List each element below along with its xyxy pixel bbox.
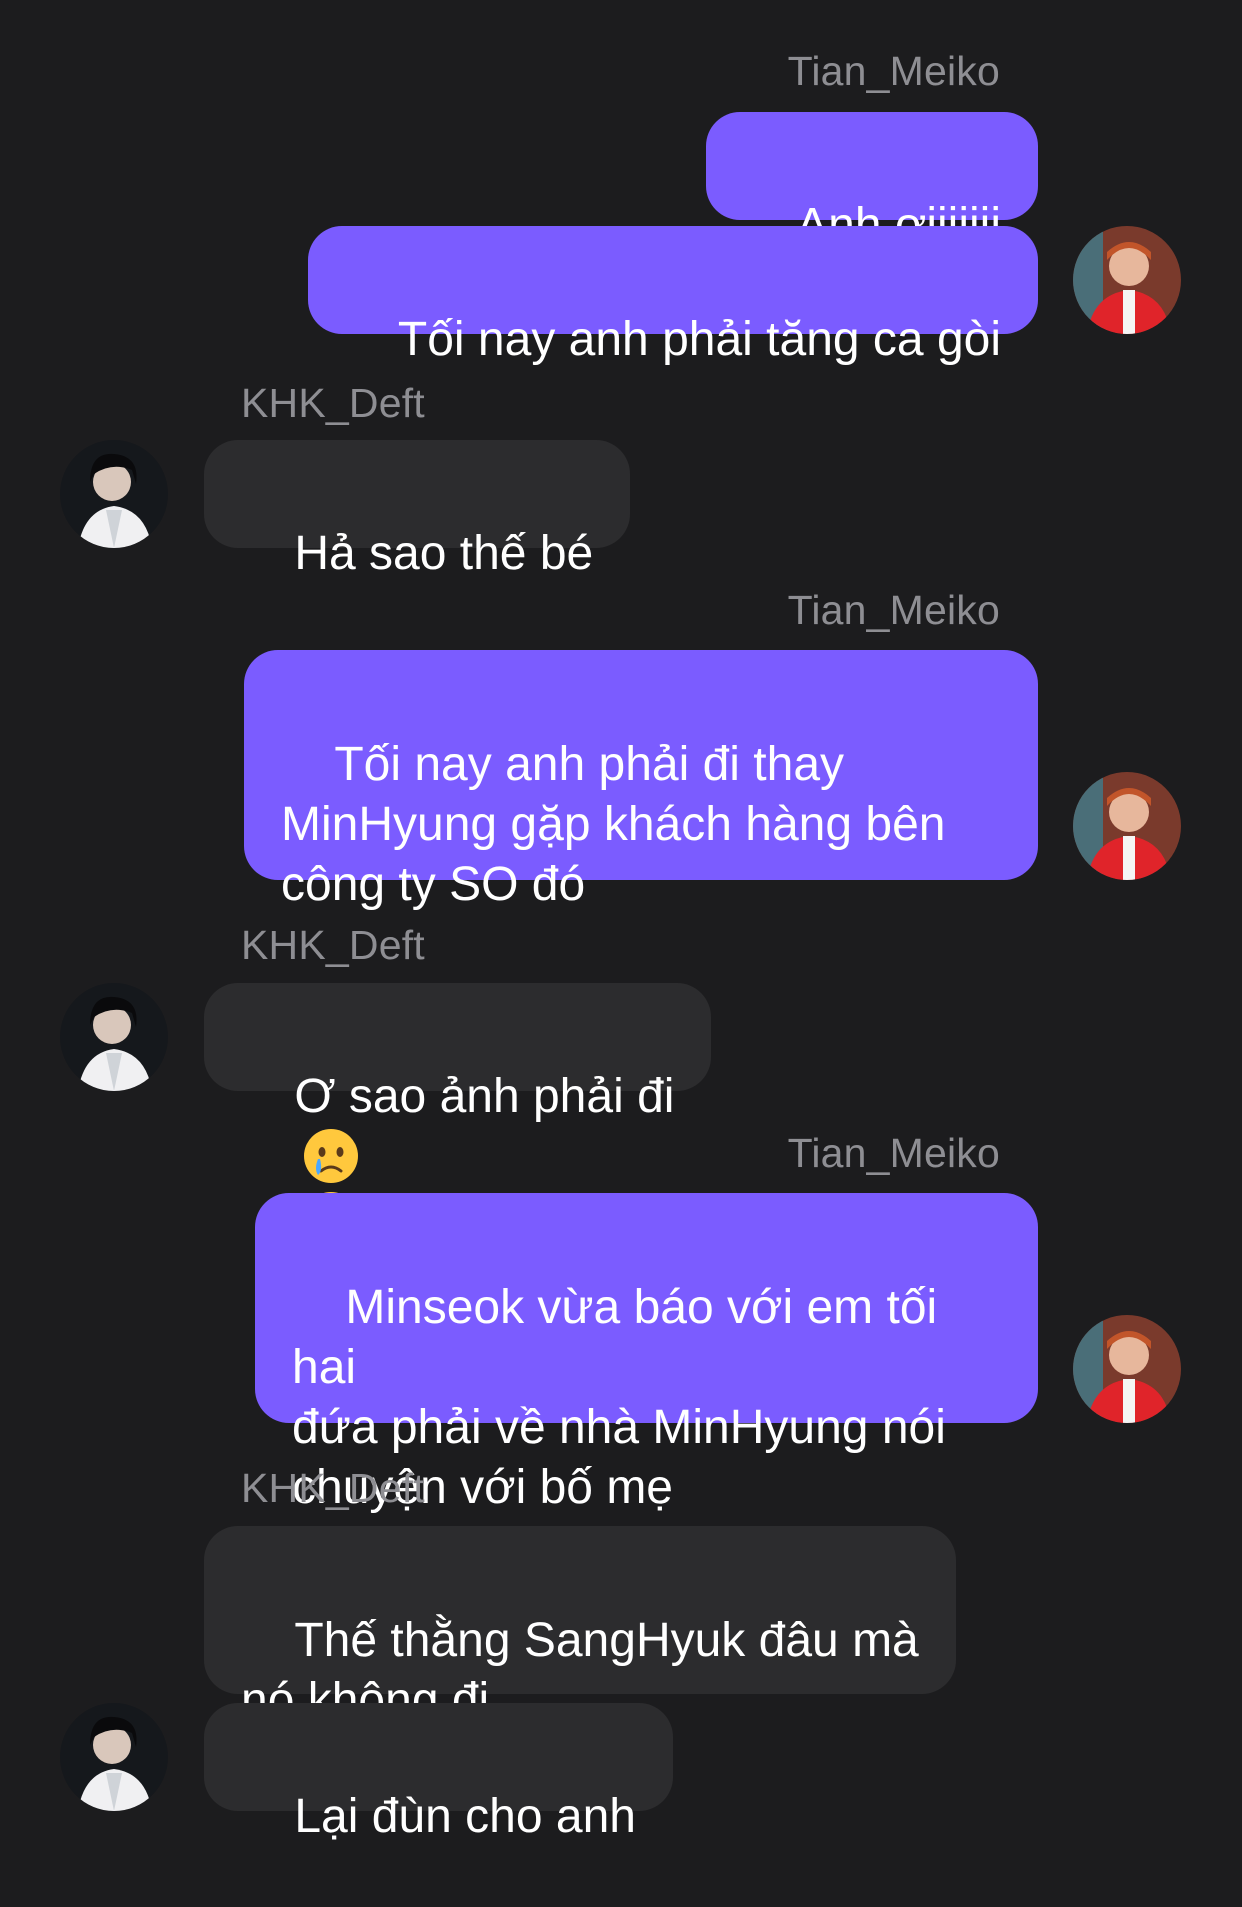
message-bubble-incoming[interactable]: Hả sao thế bé — [204, 440, 631, 580]
user-avatar-icon — [1073, 772, 1181, 880]
crying-face-icon — [304, 1129, 359, 1183]
avatar-khk-deft[interactable] — [60, 983, 168, 1091]
user-avatar-icon — [1073, 1315, 1181, 1423]
message-text: Lại đùn cho anh — [294, 1790, 636, 1843]
avatar-tian-meiko[interactable] — [1073, 772, 1181, 880]
chat-thread: Tian_Meiko Anh ơiiiiiii Tối nay anh phải… — [0, 0, 1242, 1848]
message-bubble-outgoing[interactable]: Tối nay anh phải tăng ca gòi — [307, 226, 1038, 366]
message-bubble-incoming[interactable]: Ơ sao ảnh phải đi — [204, 983, 712, 1246]
avatar-khk-deft[interactable] — [60, 440, 168, 548]
message-bubble-outgoing[interactable]: Tối nay anh phải đi thay MinHyung gặp kh… — [244, 650, 1038, 911]
message-text: Hả sao thế bé — [294, 527, 594, 580]
avatar-tian-meiko[interactable] — [1073, 226, 1181, 334]
sender-name: Tian_Meiko — [787, 48, 1000, 94]
message-bubble-incoming[interactable]: Lại đùn cho anh — [204, 1703, 673, 1843]
message-bubble-incoming[interactable]: Thế thằng SangHyuk đâu mà nó không đi — [204, 1526, 956, 1727]
message-text: Ơ sao ảnh phải đi — [294, 1070, 675, 1123]
sender-name: KHK_Deft — [241, 380, 425, 426]
message-text: Tối nay anh phải đi thay MinHyung gặp kh… — [281, 738, 946, 911]
user-avatar-icon — [60, 440, 168, 548]
avatar-khk-deft[interactable] — [60, 1703, 168, 1811]
sender-name: Tian_Meiko — [787, 1130, 1000, 1176]
sender-name: KHK_Deft — [241, 1465, 425, 1511]
message-bubble-outgoing[interactable]: Anh ơiiiiiii — [705, 112, 1038, 252]
message-bubble-outgoing[interactable]: Minseok vừa báo với em tối hai đứa phải … — [255, 1193, 1038, 1514]
user-avatar-icon — [1073, 226, 1181, 334]
message-text: Tối nay anh phải tăng ca gòi — [397, 313, 1001, 366]
sender-name: KHK_Deft — [241, 922, 425, 968]
user-avatar-icon — [60, 983, 168, 1091]
avatar-tian-meiko[interactable] — [1073, 1315, 1181, 1423]
user-avatar-icon — [60, 1703, 168, 1811]
sender-name: Tian_Meiko — [787, 587, 1000, 633]
